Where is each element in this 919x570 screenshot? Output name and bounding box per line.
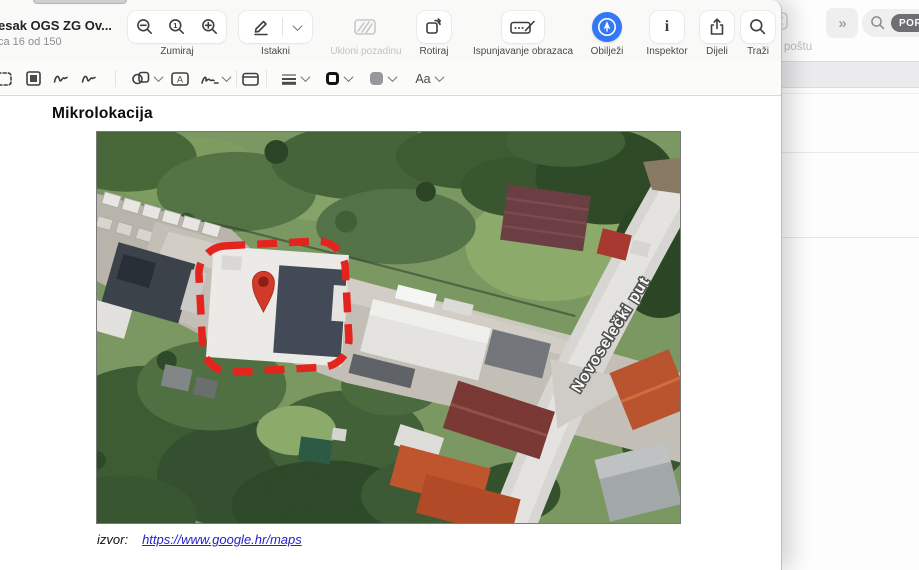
zoom-in-button[interactable] <box>193 11 226 43</box>
background-window-sliver <box>33 0 127 4</box>
highlight-options-button[interactable] <box>283 11 311 43</box>
inspector-button[interactable]: i <box>650 11 684 43</box>
preview-window: esak OGS ZG Ov... ca 16 od 150 1 <box>0 0 782 570</box>
line-weights-icon <box>280 72 298 86</box>
markup-label: Obilježi <box>576 46 638 57</box>
window-title: esak OGS ZG Ov... <box>0 18 112 33</box>
pen-nib-in-circle-icon <box>595 15 619 39</box>
fill-forms-button[interactable] <box>502 11 544 43</box>
magnifier-one-icon: 1 <box>167 17 187 37</box>
zoom-group-label: Zumiraj <box>128 46 226 57</box>
rotate-button[interactable] <box>417 11 451 43</box>
chevron-down-icon <box>222 72 232 82</box>
redact-tool-button[interactable] <box>22 62 44 95</box>
text-style-button[interactable]: Aa <box>408 62 450 95</box>
highlight-button-group <box>239 11 312 43</box>
squiggle-icon <box>53 71 69 87</box>
form-field-pen-icon <box>509 17 537 37</box>
highlight-button[interactable] <box>240 11 282 43</box>
pen-squiggle-icon <box>81 71 97 87</box>
magnifier-minus-icon <box>135 17 155 37</box>
mail-row-divider <box>770 237 919 238</box>
mail-list-header-band <box>770 61 919 88</box>
overflow-chevrons-button[interactable]: » <box>826 8 858 38</box>
search-button[interactable] <box>741 11 775 43</box>
background-mail-window: poštu » POR <box>770 0 919 570</box>
square-arrow-up-icon <box>707 16 727 38</box>
selection-tool-button[interactable] <box>0 62 14 95</box>
image-hatched-icon <box>352 17 378 37</box>
sketch-tool-button[interactable] <box>50 62 72 95</box>
source-link[interactable]: https://www.google.hr/maps <box>142 532 302 547</box>
highlight-label: Istakni <box>239 46 312 57</box>
fill-color-button[interactable] <box>364 62 402 95</box>
overlapping-shapes-icon <box>131 70 151 87</box>
background-search-field[interactable]: POR <box>862 9 919 37</box>
search-icon <box>869 14 887 32</box>
toolbar-divider <box>115 70 116 87</box>
satellite-map-image: Novoselečki put <box>96 131 681 524</box>
black-square-chip-icon <box>326 72 339 85</box>
chevron-down-icon <box>300 72 310 82</box>
fill-forms-label: Ispunjavanje obrazaca <box>458 46 588 57</box>
magnifier-plus-icon <box>200 17 220 37</box>
mail-row-divider <box>770 93 919 94</box>
shapes-tool-button[interactable] <box>128 62 164 95</box>
text-box-a-icon: A <box>170 71 190 87</box>
source-label: izvor: <box>97 532 128 547</box>
svg-text:1: 1 <box>173 21 177 30</box>
markup-toolbar: A <box>0 62 781 96</box>
svg-text:A: A <box>177 74 183 84</box>
markup-button[interactable] <box>592 12 622 42</box>
window-rect-icon <box>241 71 260 87</box>
remove-background-button[interactable] <box>347 13 383 41</box>
search-label: Traži <box>732 46 784 57</box>
chevron-down-icon <box>153 72 163 82</box>
chevron-down-icon <box>292 21 302 31</box>
mail-row-divider <box>770 152 919 153</box>
actual-size-button[interactable]: 1 <box>161 11 193 43</box>
search-icon <box>748 17 768 37</box>
source-line: izvor: https://www.google.hr/maps <box>97 532 302 547</box>
marker-pen-icon <box>250 17 272 37</box>
toolbar-divider <box>236 70 237 87</box>
signature-icon <box>200 71 220 87</box>
text-style-label: Aa <box>415 72 430 86</box>
page-indicator: ca 16 od 150 <box>0 36 62 48</box>
document-page: Mikrolokacija <box>0 96 781 570</box>
line-weight-button[interactable] <box>276 62 312 95</box>
gray-square-chip-icon <box>370 72 383 85</box>
background-partial-text: poštu <box>784 41 812 53</box>
signature-tool-button[interactable] <box>196 62 234 95</box>
chevron-down-icon <box>434 72 444 82</box>
square-rotate-arrow-icon <box>423 16 445 38</box>
note-tool-button[interactable] <box>238 62 262 95</box>
info-i-icon: i <box>665 18 669 36</box>
search-token-badge[interactable]: POR <box>891 14 919 32</box>
text-tool-button[interactable]: A <box>168 62 192 95</box>
selection-rect-icon <box>0 71 13 87</box>
zoom-button-group: 1 <box>128 11 226 43</box>
document-heading: Mikrolokacija <box>52 105 153 123</box>
filled-rect-icon <box>25 70 42 87</box>
title-toolbar: esak OGS ZG Ov... ca 16 od 150 1 <box>0 0 781 62</box>
zoom-out-button[interactable] <box>128 11 161 43</box>
chevron-down-icon <box>388 72 398 82</box>
toolbar-divider <box>266 70 267 87</box>
chevron-down-icon <box>344 72 354 82</box>
draw-tool-button[interactable] <box>78 62 100 95</box>
desktop-screen: poštu » POR esak OGS ZG Ov... ca 16 od 1… <box>0 0 919 570</box>
border-color-button[interactable] <box>320 62 358 95</box>
share-button[interactable] <box>700 11 734 43</box>
